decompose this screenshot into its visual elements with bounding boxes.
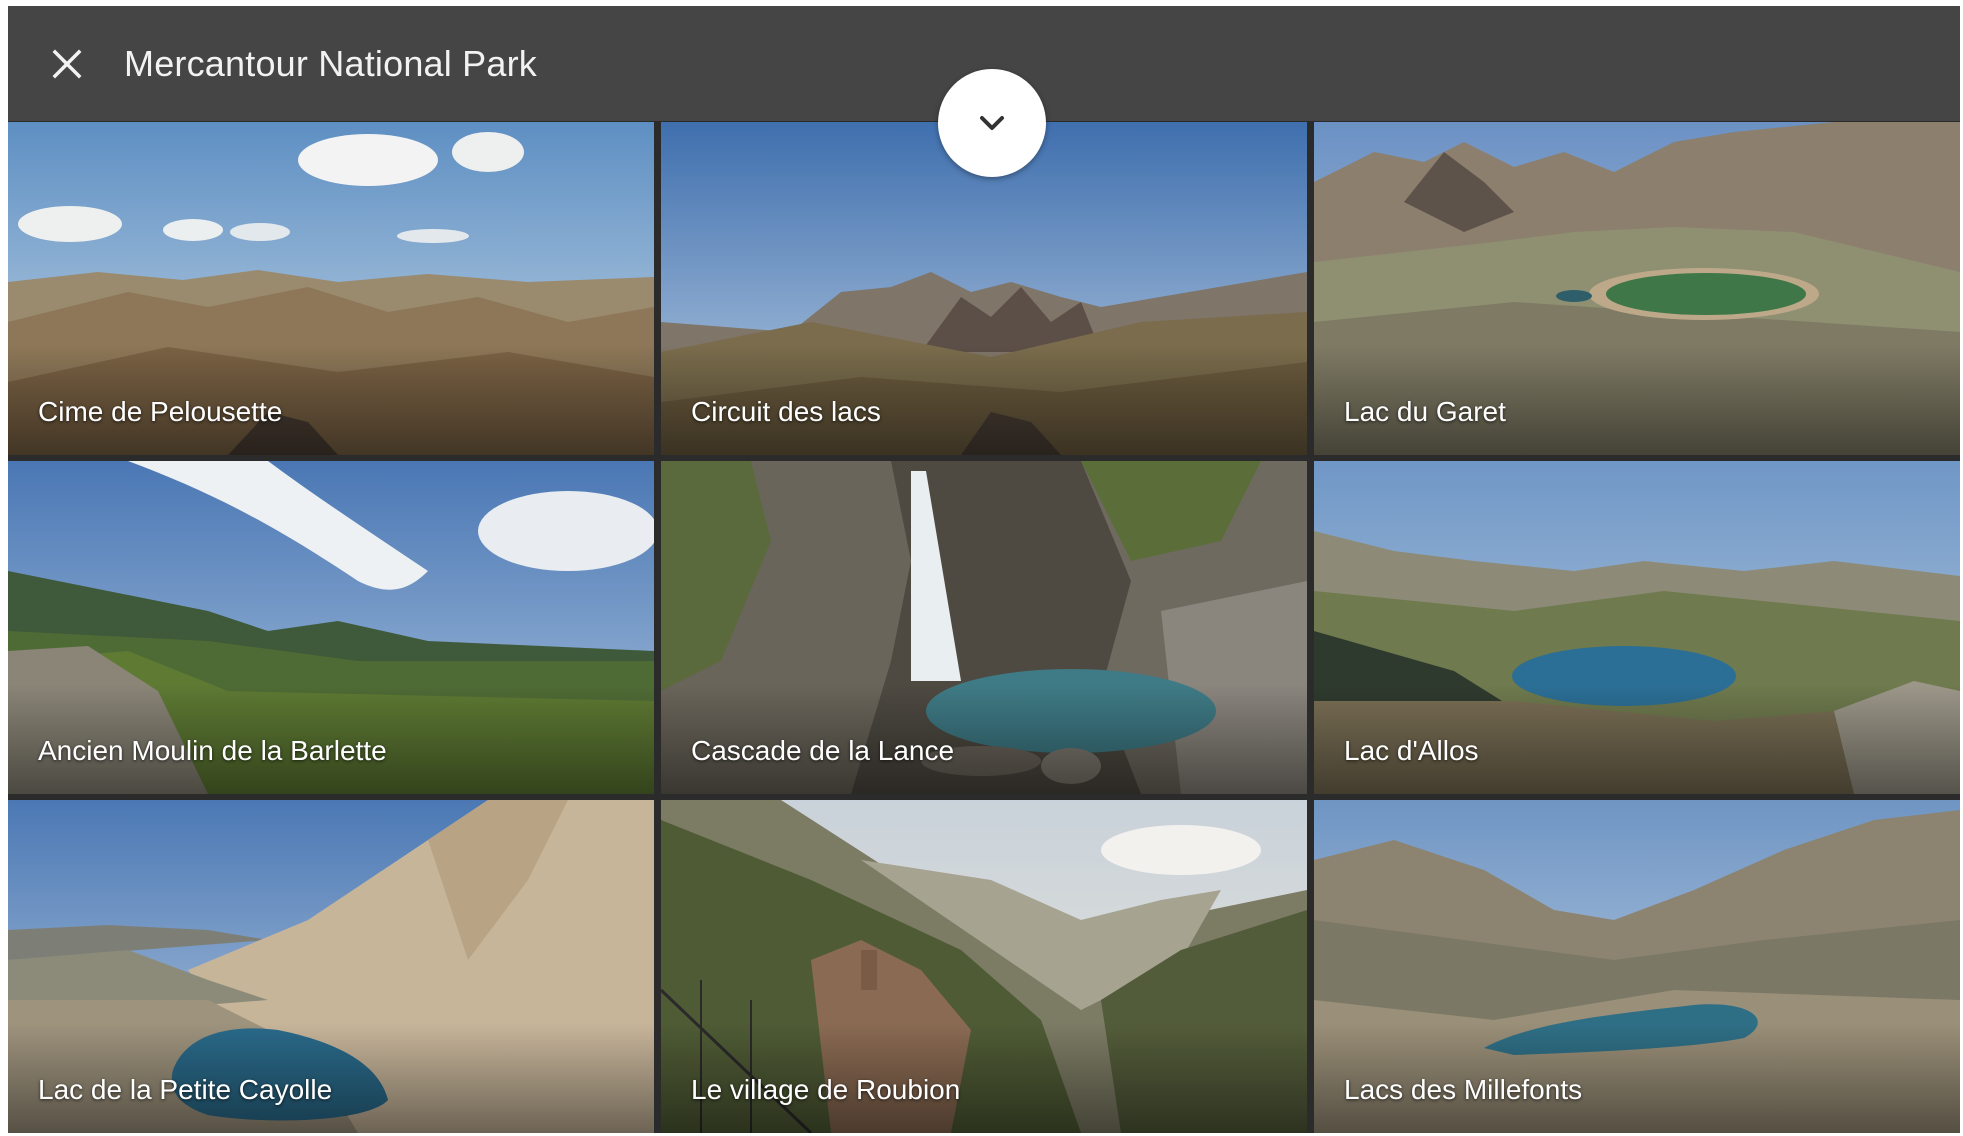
location-tile[interactable]: Lacs des Millefonts [1314, 800, 1960, 1133]
location-label: Cime de Pelousette [38, 396, 283, 427]
location-tile[interactable]: Cascade de la Lance [661, 461, 1307, 794]
location-label: Cascade de la Lance [691, 735, 955, 766]
location-tile[interactable]: Lac de la Petite Cayolle [8, 800, 654, 1133]
location-label: Lac de la Petite Cayolle [38, 1074, 333, 1105]
collapse-button[interactable] [938, 69, 1046, 177]
close-button[interactable] [42, 39, 92, 89]
chevron-down-icon [980, 116, 1004, 130]
location-tile[interactable]: Le village de Roubion [661, 800, 1307, 1133]
location-tile[interactable]: Ancien Moulin de la Barlette [8, 461, 654, 794]
location-label: Le village de Roubion [691, 1074, 961, 1105]
page-title: Mercantour National Park [124, 42, 537, 84]
location-tile[interactable]: Lac d'Allos [1314, 461, 1960, 794]
location-label: Lacs des Millefonts [1344, 1074, 1583, 1105]
location-label: Lac du Garet [1344, 396, 1506, 427]
location-label: Circuit des lacs [691, 396, 881, 427]
location-tile[interactable]: Cime de Pelousette [8, 122, 654, 455]
location-grid: Cime de Pelousette Circuit des lacs Lac … [8, 122, 1960, 1133]
close-icon [52, 49, 82, 78]
location-label: Lac d'Allos [1344, 735, 1479, 766]
location-label: Ancien Moulin de la Barlette [38, 735, 387, 766]
gallery-panel: Mercantour National Park Cime de Pelouse… [8, 6, 1960, 1133]
location-tile[interactable]: Lac du Garet [1314, 122, 1960, 455]
